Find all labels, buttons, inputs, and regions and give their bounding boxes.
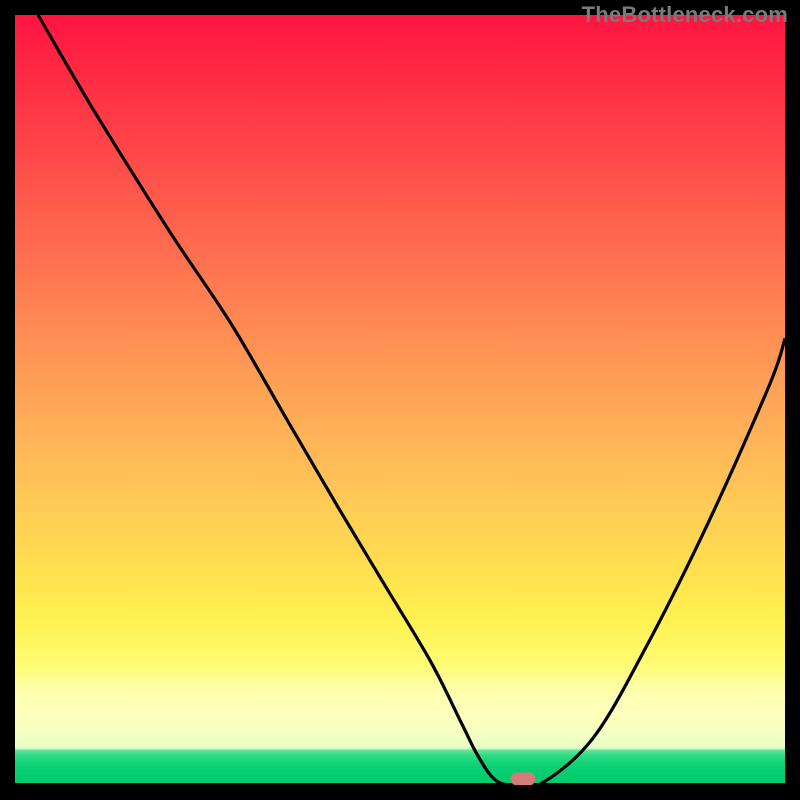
optimum-marker [511,772,536,785]
curve-path [38,15,785,785]
chart-frame: TheBottleneck.com [0,0,800,800]
plot-area [15,15,785,785]
bottleneck-curve [15,15,785,785]
watermark-text: TheBottleneck.com [582,2,788,28]
